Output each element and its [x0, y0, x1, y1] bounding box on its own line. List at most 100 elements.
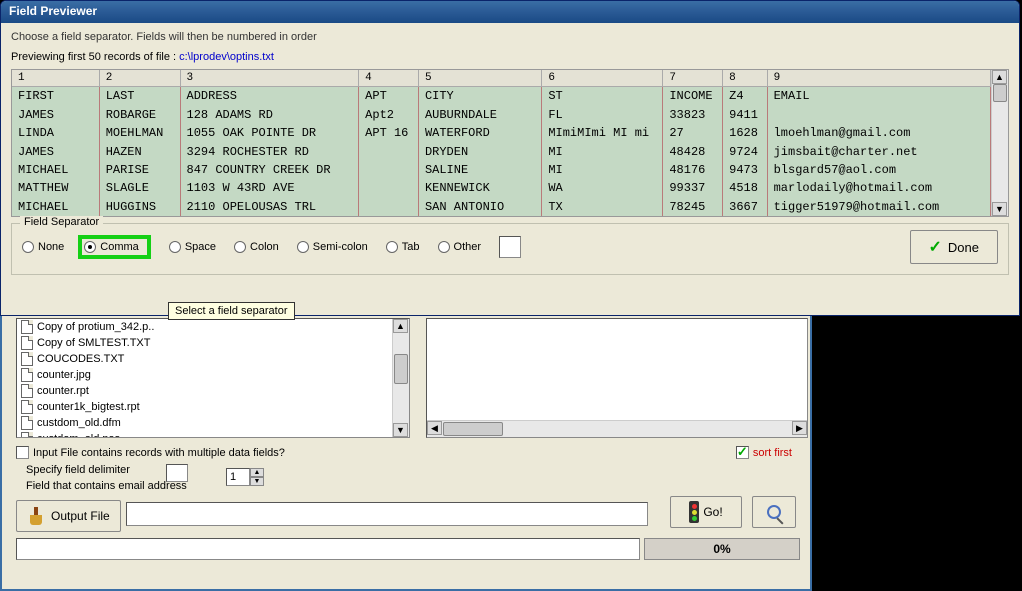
list-item[interactable]: COUCODES.TXT [17, 351, 392, 367]
table-cell: APT 16 [359, 124, 419, 142]
done-button[interactable]: ✓Done [910, 230, 998, 264]
list-item[interactable]: counter.jpg [17, 367, 392, 383]
column-header[interactable]: 4 [359, 70, 419, 87]
separator-legend: Field Separator [20, 216, 103, 228]
table-cell: MI [542, 142, 663, 160]
column-header[interactable]: 9 [767, 70, 990, 87]
radio-icon [234, 241, 246, 253]
table-cell: HUGGINS [99, 198, 180, 216]
email-field-spinner[interactable]: ▲▼ [226, 468, 264, 486]
scroll-thumb[interactable] [394, 354, 408, 384]
table-row[interactable]: MICHAELPARISE847 COUNTRY CREEK DRSALINEM… [12, 161, 991, 179]
column-header[interactable]: 7 [663, 70, 723, 87]
spinner-down-icon[interactable]: ▼ [250, 477, 264, 486]
radio-other[interactable]: Other [438, 241, 482, 253]
table-row[interactable]: MICHAELHUGGINS2110 OPELOUSAS TRLSAN ANTO… [12, 198, 991, 216]
table-cell: 48176 [663, 161, 723, 179]
radio-colon[interactable]: Colon [234, 241, 279, 253]
table-cell: 128 ADAMS RD [180, 105, 359, 123]
list-item[interactable]: Copy of protium_342.p.. [17, 319, 392, 335]
checkbox-icon[interactable] [16, 446, 29, 459]
column-header[interactable]: 8 [723, 70, 767, 87]
radio-tab[interactable]: Tab [386, 241, 420, 253]
table-cell: MI [542, 161, 663, 179]
file-icon [21, 384, 33, 398]
search-button[interactable] [752, 496, 796, 528]
go-button[interactable]: Go! [670, 496, 742, 528]
other-separator-input[interactable] [499, 236, 521, 258]
column-header[interactable]: 5 [418, 70, 541, 87]
table-cell: 3294 ROCHESTER RD [180, 142, 359, 160]
table-cell: 1055 OAK POINTE DR [180, 124, 359, 142]
radio-comma[interactable]: Comma [84, 241, 139, 253]
column-header[interactable]: 1 [12, 70, 99, 87]
titlebar: Field Previewer [1, 1, 1019, 23]
scroll-thumb[interactable] [993, 84, 1007, 102]
table-cell: DRYDEN [418, 142, 541, 160]
filelist-vertical-scrollbar[interactable]: ▲ ▼ [392, 319, 409, 437]
output-file-button[interactable]: Output File [16, 500, 121, 532]
list-item[interactable]: Copy of SMLTEST.TXT [17, 335, 392, 351]
list-item[interactable]: counter1k_bigtest.rpt [17, 399, 392, 415]
list-item[interactable]: custdom_old.pas [17, 431, 392, 438]
table-cell [359, 179, 419, 197]
scroll-down-icon[interactable]: ▼ [992, 202, 1007, 216]
scroll-down-icon[interactable]: ▼ [393, 423, 408, 437]
radio-semicolon[interactable]: Semi-colon [297, 241, 368, 253]
column-header[interactable]: 6 [542, 70, 663, 87]
list-item[interactable]: custdom_old.dfm [17, 415, 392, 431]
list-item[interactable]: counter.rpt [17, 383, 392, 399]
output-file-path-input[interactable] [126, 502, 648, 526]
file-list[interactable]: Copy of protium_342.p..Copy of SMLTEST.T… [16, 318, 410, 438]
table-cell [359, 161, 419, 179]
preview-file-link[interactable]: c:\lprodev\optins.txt [179, 51, 274, 63]
table-row[interactable]: MATTHEWSLAGLE1103 W 43RD AVEKENNEWICKWA9… [12, 179, 991, 197]
table-cell: TX [542, 198, 663, 216]
table-cell: SAN ANTONIO [418, 198, 541, 216]
table-row[interactable]: LINDAMOEHLMAN1055 OAK POINTE DRAPT 16WAT… [12, 124, 991, 142]
delimiter-label: Specify field delimiter [26, 464, 130, 476]
progress-percent: 0% [644, 538, 800, 560]
preview-horizontal-scrollbar[interactable]: ◀ ▶ [427, 420, 807, 437]
multifields-checkbox-row[interactable]: Input File contains records with multipl… [16, 446, 285, 459]
scroll-up-icon[interactable]: ▲ [992, 70, 1007, 84]
table-cell: LINDA [12, 124, 99, 142]
scroll-left-icon[interactable]: ◀ [427, 421, 442, 435]
checkbox-icon[interactable] [736, 446, 749, 459]
column-header[interactable]: 3 [180, 70, 359, 87]
table-cell: CITY [418, 87, 541, 106]
radio-space[interactable]: Space [169, 241, 216, 253]
table-cell: JAMES [12, 105, 99, 123]
table-cell: ADDRESS [180, 87, 359, 106]
separator-tooltip: Select a field separator [168, 302, 295, 320]
table-row[interactable]: FIRSTLASTADDRESSAPTCITYSTINCOMEZ4EMAIL [12, 87, 991, 106]
magnifier-icon [767, 505, 781, 519]
table-row[interactable]: JAMESHAZEN3294 ROCHESTER RDDRYDENMI48428… [12, 142, 991, 160]
table-cell: INCOME [663, 87, 723, 106]
radio-icon [84, 241, 96, 253]
table-cell: JAMES [12, 142, 99, 160]
table-cell: blsgard57@aol.com [767, 161, 990, 179]
sort-first-checkbox-row[interactable]: sort first [736, 446, 792, 459]
table-cell: MATTHEW [12, 179, 99, 197]
table-row[interactable]: JAMESROBARGE128 ADAMS RD Apt2AUBURNDALEF… [12, 105, 991, 123]
check-icon: ✓ [929, 237, 942, 257]
table-cell: lmoehlman@gmail.com [767, 124, 990, 142]
scroll-thumb[interactable] [443, 422, 503, 436]
email-field-number[interactable] [226, 468, 250, 486]
table-cell: marlodaily@hotmail.com [767, 179, 990, 197]
spinner-up-icon[interactable]: ▲ [250, 468, 264, 477]
grid-vertical-scrollbar[interactable]: ▲ ▼ [991, 70, 1008, 216]
radio-none[interactable]: None [22, 241, 64, 253]
scroll-right-icon[interactable]: ▶ [792, 421, 807, 435]
column-header[interactable]: 2 [99, 70, 180, 87]
preview-prefix: Previewing first 50 records of file : [11, 51, 179, 63]
table-cell: tigger51979@hotmail.com [767, 198, 990, 216]
table-cell: ROBARGE [99, 105, 180, 123]
table-cell: 27 [663, 124, 723, 142]
traffic-light-icon [689, 501, 699, 523]
table-cell: ST [542, 87, 663, 106]
scroll-up-icon[interactable]: ▲ [393, 319, 408, 333]
progress-bar [16, 538, 640, 560]
radio-icon [297, 241, 309, 253]
